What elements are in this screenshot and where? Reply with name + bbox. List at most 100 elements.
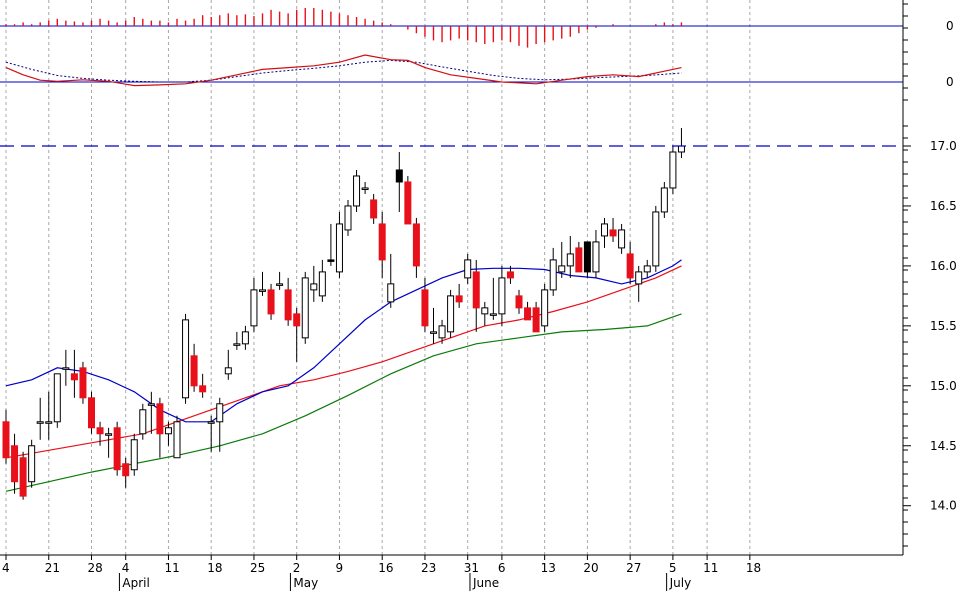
candle-body — [36, 421, 44, 424]
candle — [301, 271, 309, 344]
candle-body — [293, 313, 301, 327]
candle-body — [430, 331, 437, 334]
candle — [88, 391, 95, 434]
candle-body — [643, 265, 651, 273]
candle-body — [498, 277, 506, 315]
price-tick-label: 16.5 — [930, 199, 957, 213]
candle-body — [216, 403, 224, 423]
candle-body — [541, 289, 549, 327]
candle-body — [618, 229, 626, 249]
x-tick-label: 9 — [335, 561, 343, 575]
candle-body — [250, 289, 258, 327]
candle-body — [182, 319, 190, 399]
candle-body — [267, 289, 275, 315]
stock-chart: 14.0 14.5 15.0 15.5 16.0 16.5 17.0 0 0 4 21 28 4 11 18… — [0, 0, 959, 591]
candle-body — [139, 409, 147, 435]
candle-body — [404, 181, 412, 225]
candle-body — [626, 253, 634, 279]
price-tick-label: 14.0 — [930, 499, 957, 513]
candle-body — [481, 307, 489, 315]
candle-body — [344, 205, 352, 231]
x-tick-label: 20 — [583, 561, 598, 575]
candle-body — [412, 223, 420, 267]
candle-body — [558, 265, 566, 273]
candle-body — [259, 289, 266, 292]
candle-body — [677, 145, 685, 153]
candle-body — [575, 247, 583, 273]
candle-body — [660, 187, 668, 213]
candle — [173, 415, 181, 459]
candle-body — [224, 367, 232, 375]
price-tick-label: 16.0 — [930, 259, 957, 273]
candle-body — [199, 385, 207, 393]
oscillator-zero-label: 0 — [946, 75, 954, 89]
candle-body — [156, 403, 164, 435]
candle-body — [506, 271, 514, 279]
candle-body — [53, 373, 61, 423]
x-tick-label: 28 — [88, 561, 103, 575]
candle-body — [11, 445, 19, 483]
x-tick-label: 21 — [45, 561, 60, 575]
candle — [113, 421, 121, 476]
candle — [79, 361, 87, 404]
candle-body — [549, 259, 557, 291]
candle — [19, 451, 27, 500]
candle — [53, 373, 61, 428]
candle-body — [190, 355, 198, 387]
candle-body — [241, 331, 249, 345]
candle-body — [378, 223, 386, 261]
candle-body — [96, 427, 104, 435]
candle-body — [45, 421, 53, 424]
candle-body — [130, 439, 138, 471]
candle-body — [79, 367, 87, 399]
candle — [652, 205, 660, 272]
candle — [669, 146, 677, 194]
candle-body — [105, 433, 113, 436]
candle-body — [524, 307, 532, 321]
candle-body — [489, 313, 497, 316]
candle-body — [276, 283, 284, 286]
candle-body — [327, 259, 335, 262]
candle-body — [370, 199, 378, 219]
price-tick-label: 15.5 — [930, 319, 957, 333]
candle-body — [173, 421, 181, 459]
x-tick-label: 18 — [207, 561, 222, 575]
x-tick-label: 11 — [703, 561, 718, 575]
candle-body — [464, 259, 472, 279]
candle — [541, 283, 549, 332]
x-tick-label: 27 — [626, 561, 641, 575]
x-tick-label: 23 — [421, 561, 436, 575]
price-tick-label: 14.5 — [930, 439, 957, 453]
candle — [447, 289, 455, 338]
candle-body — [583, 241, 591, 273]
candle — [404, 175, 412, 225]
x-tick-label: 5 — [669, 561, 677, 575]
x-tick-label: 6 — [498, 561, 506, 575]
x-tick-label: 16 — [378, 561, 393, 575]
x-tick-label: 11 — [164, 561, 179, 575]
candle-body — [19, 457, 27, 497]
candle — [182, 313, 190, 404]
x-tick-label: 2 — [293, 561, 301, 575]
month-label: July — [669, 576, 692, 590]
candle-body — [62, 367, 70, 370]
x-tick-label: 25 — [250, 561, 265, 575]
month-label: April — [122, 576, 149, 590]
x-tick-label: 4 — [122, 561, 130, 575]
candle-body — [609, 229, 617, 237]
candle-body — [387, 283, 395, 303]
candle-body — [122, 463, 130, 477]
candle-body — [515, 295, 523, 309]
candle-body — [472, 271, 480, 309]
candle-body — [164, 427, 172, 435]
candle — [28, 439, 36, 488]
candle-body — [28, 445, 36, 483]
candle-body — [447, 295, 455, 333]
candle-body — [70, 373, 78, 381]
candle-body — [88, 397, 95, 429]
candle-body — [592, 241, 600, 273]
price-tick-label: 15.0 — [930, 379, 957, 393]
candle-body — [395, 169, 403, 183]
candle-body — [318, 271, 326, 297]
candle-body — [2, 421, 10, 459]
